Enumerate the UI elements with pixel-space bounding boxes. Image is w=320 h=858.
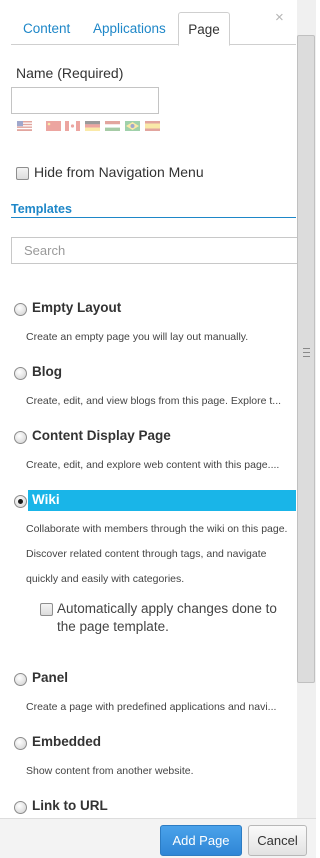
hu-flag-icon[interactable] [105,121,120,131]
template-desc-blog: Create, edit, and view blogs from this p… [26,395,282,407]
hide-nav-label: Hide from Navigation Menu [34,164,204,180]
template-radio-link-to-url[interactable] [14,801,27,814]
cancel-button[interactable]: Cancel [248,825,307,856]
add-page-button[interactable]: Add Page [160,825,242,856]
template-search-input[interactable] [11,237,301,264]
tab-content[interactable]: Content [23,12,70,45]
add-page-panel: Content Applications Page × Name (Requir… [0,0,316,858]
hide-nav-checkbox[interactable] [16,167,29,180]
template-radio-empty-layout[interactable] [14,303,27,316]
scrollbar-grip-icon [303,348,310,357]
auto-apply-checkbox[interactable] [40,603,53,616]
templates-divider [11,217,296,218]
template-desc-panel: Create a page with predefined applicatio… [26,701,277,713]
cn-flag-icon[interactable] [46,121,61,131]
template-title-content-display-page[interactable]: Content Display Page [32,428,171,443]
de-flag-icon[interactable] [85,121,100,131]
template-radio-embedded[interactable] [14,737,27,750]
template-title-link-to-url[interactable]: Link to URL [32,798,108,813]
br-flag-icon[interactable] [125,121,140,131]
template-title-embedded[interactable]: Embedded [32,734,101,749]
template-desc-empty-layout: Create an empty page you will lay out ma… [26,331,249,343]
tab-bar: Content Applications Page [11,12,296,46]
name-label: Name (Required) [16,65,124,81]
template-desc-embedded: Show content from another website. [26,765,194,777]
template-desc-wiki-line-1: Collaborate with members through the wik… [26,523,288,535]
template-radio-blog[interactable] [14,367,27,380]
es-flag-icon[interactable] [145,121,160,131]
template-title-wiki[interactable]: Wiki [32,492,60,507]
close-icon[interactable]: × [275,9,284,26]
selected-template-highlight [28,490,296,511]
template-radio-content-display-page[interactable] [14,431,27,444]
us-flag-icon[interactable] [17,121,32,131]
template-radio-wiki[interactable] [14,495,27,508]
template-desc-wiki-line-2: Discover related content through tags, a… [26,548,267,560]
tab-page[interactable]: Page [178,12,230,46]
template-title-blog[interactable]: Blog [32,364,62,379]
auto-apply-label: Automatically apply changes done to the … [57,601,277,634]
template-desc-wiki-line-3: quickly and easily with categories. [26,573,185,585]
template-title-empty-layout[interactable]: Empty Layout [32,300,121,315]
name-input[interactable] [11,87,159,114]
tab-applications[interactable]: Applications [93,12,166,45]
template-title-panel[interactable]: Panel [32,670,68,685]
template-radio-panel[interactable] [14,673,27,686]
template-desc-content-display-page: Create, edit, and explore web content wi… [26,459,280,471]
ca-flag-icon[interactable] [65,121,80,131]
scrollbar-thumb[interactable] [297,35,315,683]
templates-heading: Templates [11,202,72,216]
